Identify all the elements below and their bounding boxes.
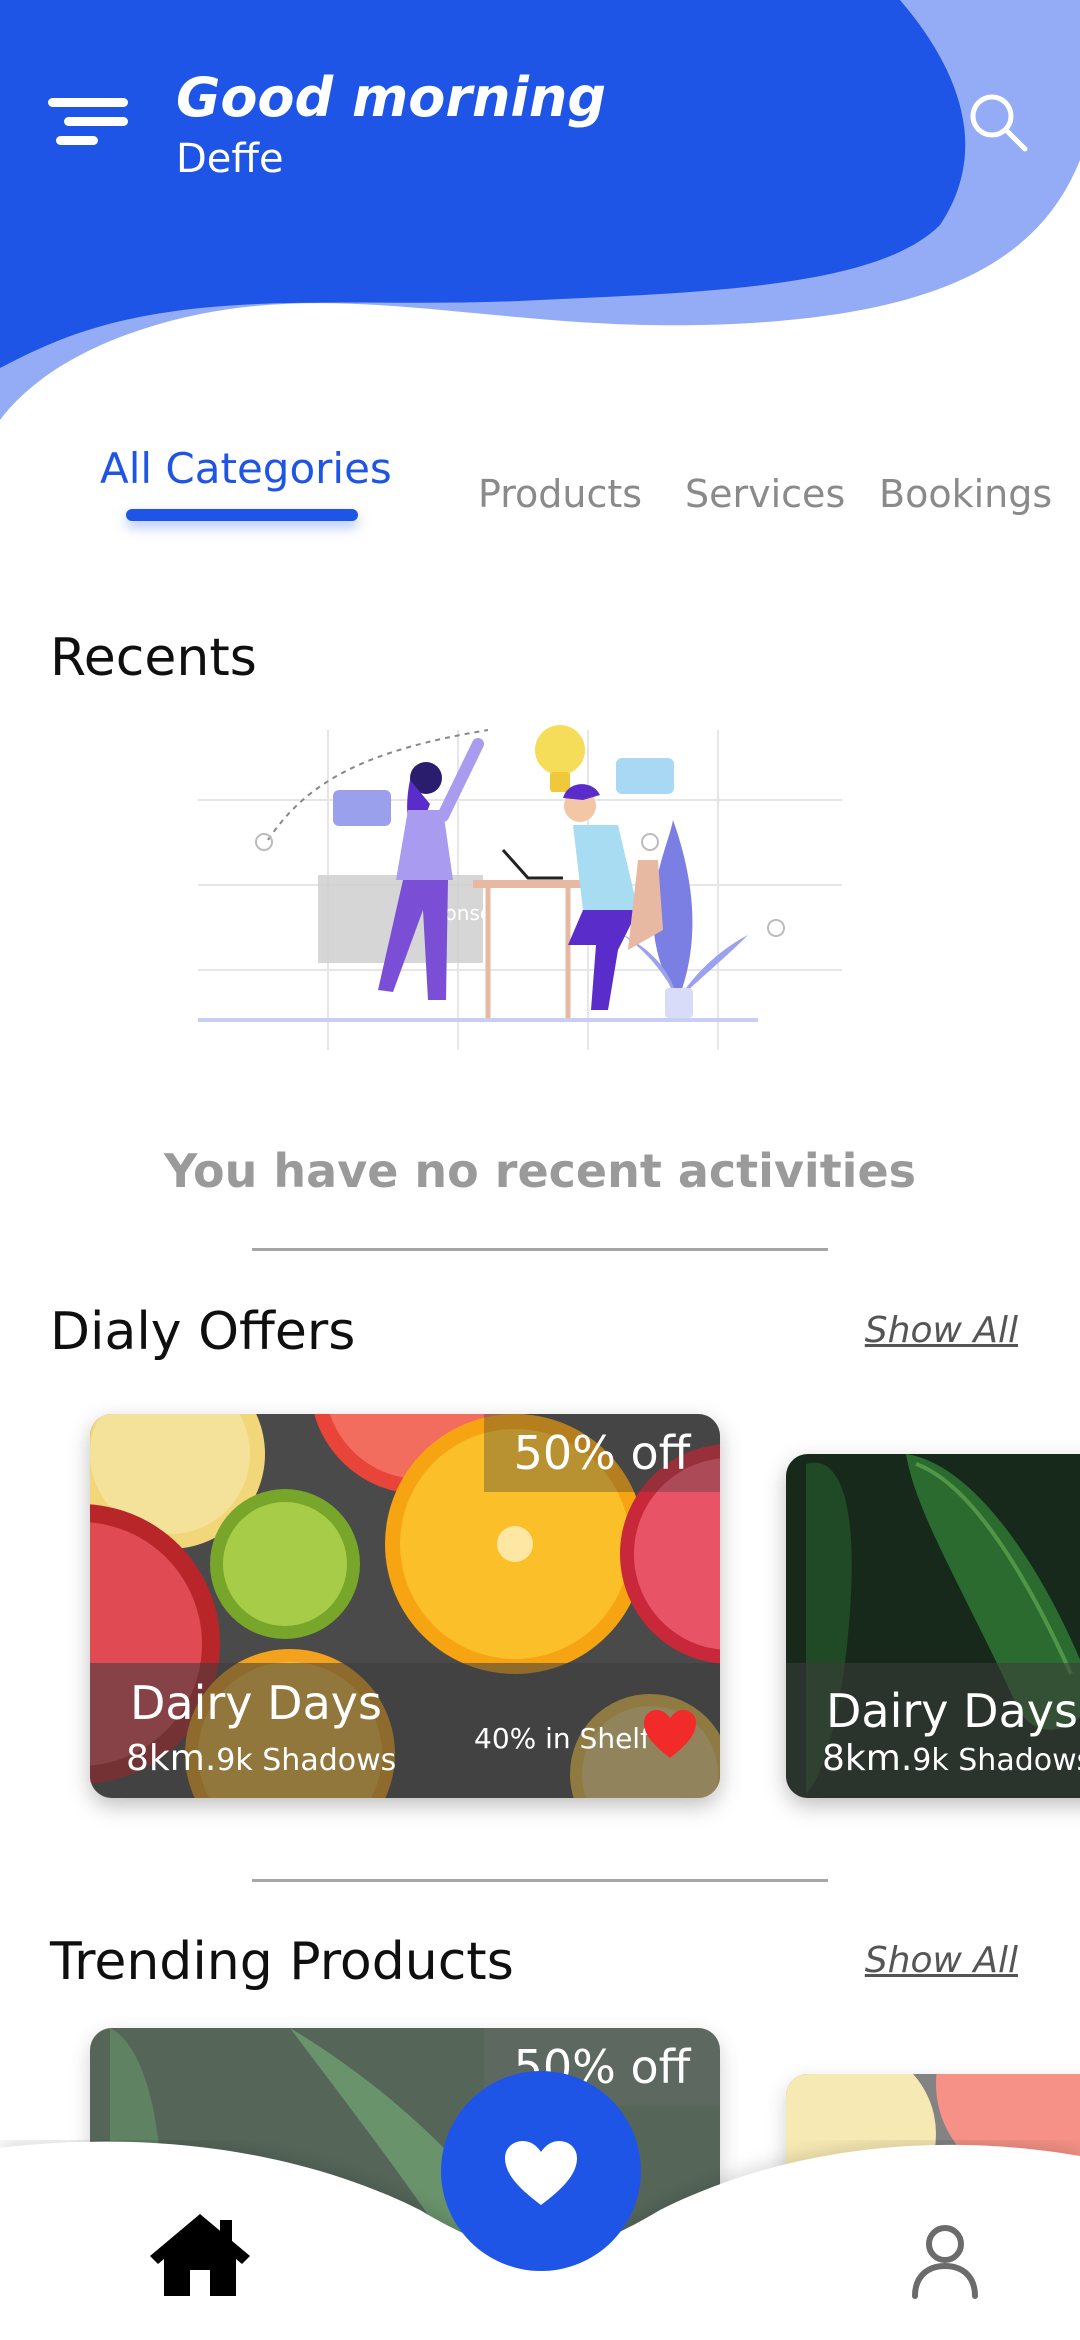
tab-bookings[interactable]: Bookings <box>879 472 1052 516</box>
tab-services[interactable]: Services <box>685 472 845 516</box>
tab-all-categories[interactable]: All Categories <box>100 444 392 493</box>
card-title: Dairy Days <box>826 1684 1078 1738</box>
card-shadows: 9k Shadows <box>216 1743 397 1778</box>
user-icon <box>912 2225 978 2299</box>
home-nav-button[interactable] <box>148 2212 252 2298</box>
daily-offers-title: Dialy Offers <box>50 1302 356 1362</box>
daily-offers-show-all-link[interactable]: Show All <box>865 1310 1018 1351</box>
search-button[interactable] <box>966 90 1030 154</box>
offer-card[interactable]: Dairy Days 8km.9k Shadows <box>786 1454 1080 1798</box>
empty-recents-message: You have no recent activities <box>163 1144 917 1198</box>
menu-button[interactable] <box>44 92 134 152</box>
favorites-nav-button[interactable] <box>441 2071 641 2271</box>
search-icon <box>970 94 1028 152</box>
discount-badge: 50% off <box>484 1414 720 1492</box>
trending-products-title: Trending Products <box>50 1932 514 1992</box>
profile-nav-button[interactable] <box>910 2224 980 2300</box>
trending-show-all-link[interactable]: Show All <box>865 1940 1018 1981</box>
menu-icon <box>48 98 128 145</box>
header-background <box>0 0 1080 420</box>
card-meta: 8km.9k Shadows <box>822 1738 1080 1779</box>
offer-card[interactable]: 50% off Dairy Days 8km.9k Shadows 40% in… <box>90 1414 720 1798</box>
heart-icon[interactable] <box>642 1708 698 1760</box>
active-tab-indicator <box>126 509 358 521</box>
card-title: Dairy Days <box>130 1676 382 1730</box>
user-name: Deffe <box>176 136 284 182</box>
card-shadows: 9k Shadows <box>912 1743 1080 1778</box>
card-distance: 8km. <box>822 1738 913 1779</box>
tab-products[interactable]: Products <box>478 472 642 516</box>
empty-state-illustration: iconscout <box>198 725 842 1050</box>
card-meta: 8km.9k Shadows <box>126 1738 396 1779</box>
heart-icon <box>505 2141 577 2205</box>
home-icon <box>150 2214 250 2296</box>
recents-title: Recents <box>50 628 257 688</box>
card-distance: 8km. <box>126 1738 217 1779</box>
greeting-text: Good morning <box>176 66 607 129</box>
section-divider <box>252 1248 828 1251</box>
section-divider <box>252 1879 828 1882</box>
shelf-status: 40% in Shelf <box>474 1722 650 1755</box>
